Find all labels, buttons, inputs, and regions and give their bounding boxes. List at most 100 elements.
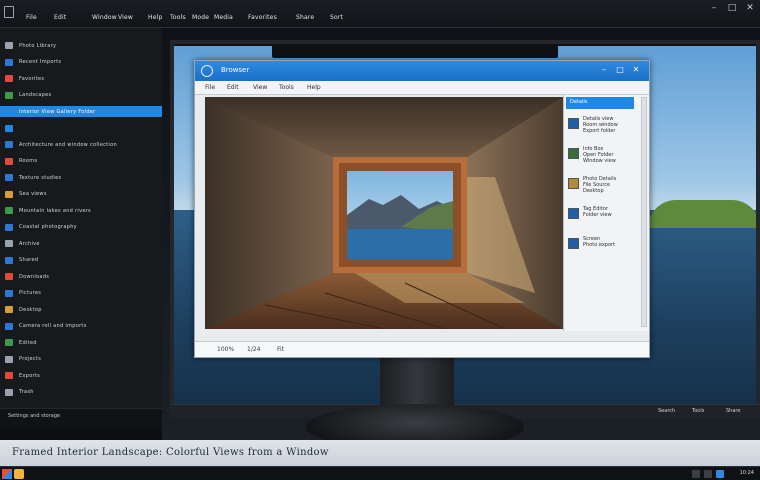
details-item-text: Screen Photo export	[583, 236, 615, 248]
folder-icon	[5, 207, 13, 214]
zoom-level[interactable]: 100%	[217, 346, 234, 353]
sidebar-item[interactable]: Interior View Gallery Folder	[0, 106, 162, 117]
image-canvas[interactable]	[205, 97, 563, 329]
sidebar-item[interactable]: Landscapes	[0, 90, 162, 101]
sidebar-item[interactable]: Recent Imports	[0, 57, 162, 68]
viewer-menu-file[interactable]: File	[205, 84, 215, 91]
details-scrollbar[interactable]	[641, 97, 647, 327]
details-item-text: Details view Room window Export folder	[583, 116, 618, 134]
sidebar-item-label: Trash	[19, 389, 34, 395]
room-photo	[205, 97, 563, 329]
viewer-minimize-button[interactable]: –	[599, 65, 609, 75]
viewer-titlebar[interactable]: Browser – □ ✕	[195, 61, 649, 81]
viewer-menu-edit[interactable]: Edit	[227, 84, 239, 91]
details-header[interactable]: Details	[566, 97, 634, 109]
sidebar-item[interactable]: Texture studies	[0, 172, 162, 183]
menu-share[interactable]: Share	[296, 14, 314, 21]
sidebar-item[interactable]: Favorites	[0, 73, 162, 84]
notification-icon[interactable]	[716, 470, 724, 478]
fit-button[interactable]: Fit	[277, 346, 284, 353]
details-item-line: Export folder	[583, 128, 616, 134]
sidebar-item[interactable]: Archive	[0, 238, 162, 249]
volume-icon[interactable]	[704, 470, 712, 478]
sidebar-item-label: Coastal photography	[19, 224, 77, 230]
sidebar-item[interactable]: Rooms	[0, 156, 162, 167]
menu-favorites[interactable]: Favorites	[248, 14, 277, 21]
viewer-menu-view[interactable]: View	[253, 84, 267, 91]
sidebar-item-label: Architecture and window collection	[19, 141, 117, 148]
start-button-icon[interactable]	[2, 469, 12, 479]
sidebar-item-label: Camera roll and imports	[19, 323, 87, 329]
sidebar-footer[interactable]: Settings and storage	[0, 408, 162, 428]
sidebar-item-label: Favorites	[19, 75, 45, 82]
viewer-menu-help[interactable]: Help	[307, 84, 321, 91]
sidebar-item-label: Interior View Gallery Folder	[19, 108, 96, 115]
maximize-button[interactable]: □	[726, 2, 738, 14]
thumbnail-icon	[568, 148, 579, 159]
folder-icon	[5, 355, 13, 363]
sidebar-item[interactable]: Edited	[0, 337, 162, 348]
sidebar: Photo Library Recent Imports Favorites Land…	[0, 28, 162, 408]
sidebar-item[interactable]: Shared	[0, 255, 162, 266]
sidebar-item-label: Archive	[19, 240, 40, 247]
tray-search[interactable]: Search	[658, 408, 675, 414]
folder-icon	[5, 223, 13, 231]
details-header-label: Details	[570, 99, 588, 105]
folder-icon	[5, 273, 13, 280]
close-button[interactable]: ✕	[744, 2, 756, 14]
sidebar-item[interactable]	[0, 123, 162, 134]
network-icon[interactable]	[692, 470, 700, 478]
menu-file[interactable]: File	[26, 14, 37, 21]
caption-text: Framed Interior Landscape: Colorful View…	[12, 447, 329, 458]
tray-tools[interactable]: Tools	[692, 408, 704, 414]
details-item-text: Photo Details File Source Desktop	[583, 176, 616, 194]
viewer-close-button[interactable]: ✕	[631, 65, 641, 75]
thumbnail-icon	[568, 118, 579, 129]
folder-icon	[5, 91, 13, 99]
sidebar-item[interactable]: Sea views	[0, 189, 162, 200]
menu-help[interactable]: Help	[148, 14, 162, 21]
sidebar-item[interactable]: Coastal photography	[0, 222, 162, 233]
tray-share[interactable]: Share	[726, 408, 740, 414]
menu-media[interactable]: Media	[214, 14, 233, 21]
image-counter: 1/24	[247, 346, 261, 353]
sidebar-item-label: Shared	[19, 257, 39, 263]
menu-sort[interactable]: Sort	[330, 14, 343, 21]
details-item[interactable]: Info Box Open Folder Window view	[568, 145, 636, 171]
app-icon[interactable]	[4, 6, 14, 18]
thumbnail-icon	[568, 178, 579, 189]
sidebar-item-label: Projects	[19, 356, 42, 362]
sidebar-item[interactable]: Camera roll and imports	[0, 321, 162, 332]
caption-banner: Framed Interior Landscape: Colorful View…	[0, 440, 760, 466]
folder-app-icon[interactable]	[14, 469, 24, 479]
menu-window[interactable]: Window	[92, 14, 117, 21]
sidebar-item-label: Downloads	[19, 273, 50, 280]
folder-icon	[5, 108, 13, 115]
viewer-maximize-button[interactable]: □	[615, 65, 625, 75]
menu-mode[interactable]: Mode	[192, 14, 209, 21]
folder-icon	[5, 157, 13, 165]
menu-edit[interactable]: Edit	[54, 14, 66, 21]
details-item[interactable]: Tag Editor Folder view	[568, 205, 636, 231]
sidebar-item[interactable]: Architecture and window collection	[0, 139, 162, 150]
sidebar-item[interactable]: Projects	[0, 354, 162, 365]
minimize-button[interactable]: –	[708, 2, 720, 14]
sidebar-item[interactable]: Exports	[0, 370, 162, 381]
menu-tools[interactable]: Tools	[170, 14, 186, 21]
sidebar-item-label: Landscapes	[19, 92, 52, 98]
details-item[interactable]: Details view Room window Export folder	[568, 115, 636, 141]
thumbnail-icon	[568, 238, 579, 249]
details-item[interactable]: Photo Details File Source Desktop	[568, 175, 636, 201]
sidebar-item[interactable]: Pictures	[0, 288, 162, 299]
details-item-line: Window view	[583, 158, 616, 164]
sidebar-item[interactable]: Photo Library	[0, 40, 162, 51]
sidebar-item[interactable]: Trash	[0, 387, 162, 398]
details-item[interactable]: Screen Photo export	[568, 235, 636, 261]
sidebar-item[interactable]: Desktop	[0, 304, 162, 315]
details-item-line: Photo export	[583, 242, 616, 248]
sidebar-item[interactable]: Downloads	[0, 271, 162, 282]
menu-view[interactable]: View	[118, 14, 133, 21]
image-viewer-window: Browser – □ ✕ File Edit View Tools Help	[194, 60, 650, 358]
sidebar-item[interactable]: Mountain lakes and rivers	[0, 205, 162, 216]
viewer-menu-tools[interactable]: Tools	[279, 84, 294, 91]
